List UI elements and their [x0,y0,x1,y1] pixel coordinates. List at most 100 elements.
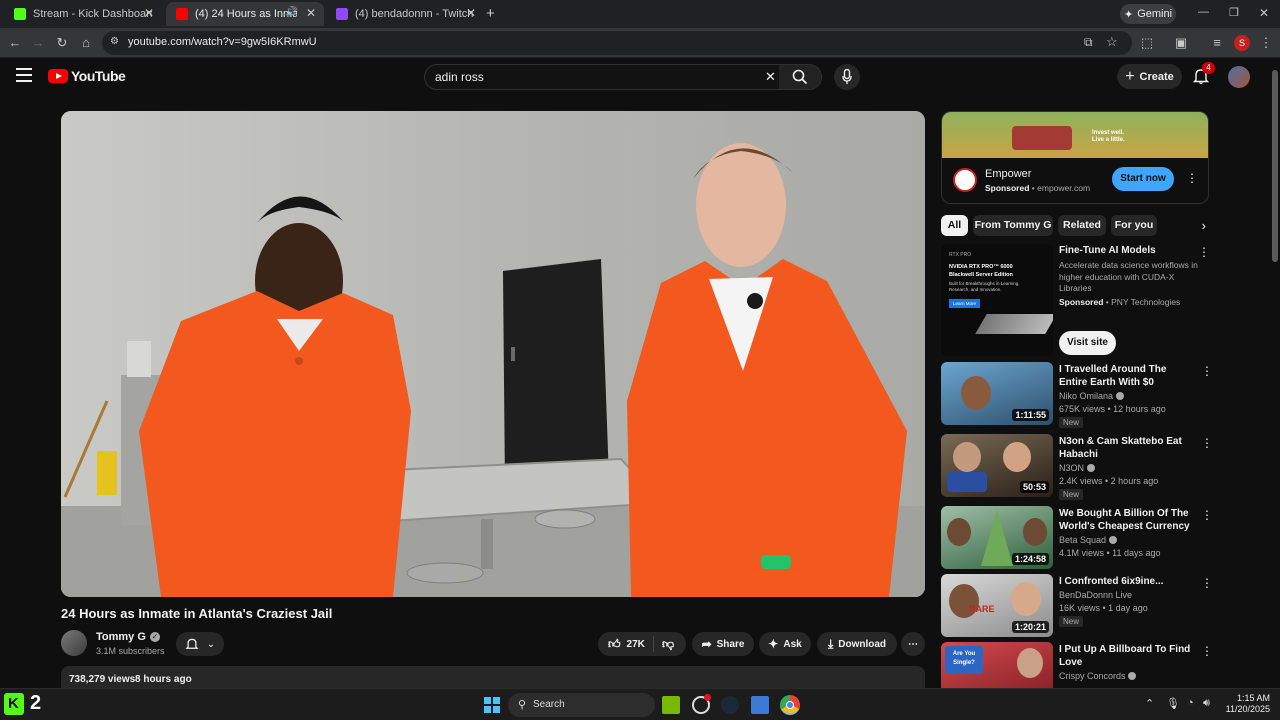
extensions-icon[interactable]: ⬚ [1138,34,1156,52]
sponsored-recommendation[interactable]: RTX PRO NVIDIA RTX PRO™ 6000 Blackwell S… [941,244,1211,356]
video-duration: 1:24:58 [1011,553,1049,565]
clear-search-icon[interactable]: ✕ [765,69,776,85]
browser-menu-icon[interactable]: ⋮ [1257,34,1275,52]
minimize-icon[interactable]: — [1198,6,1209,18]
tab-title: (4) bendadonnn - Twitch [355,8,474,20]
chip-related[interactable]: Related [1058,215,1106,236]
create-button[interactable]: + Create [1117,64,1182,89]
gemini-button[interactable]: ✦ Gemini [1120,4,1176,24]
video-thumbnail: Are You Single? [941,642,1053,688]
search-button[interactable] [779,65,821,89]
browser-tab-kick[interactable]: Stream - Kick Dashboard ✕ [4,2,162,26]
chips-next-icon[interactable]: › [1166,215,1206,236]
download-icon: ⤓ [827,636,834,651]
start-now-button[interactable]: Start now [1112,167,1174,191]
more-vert-icon[interactable]: ⋮ [1201,364,1213,378]
bookmark-star-icon[interactable]: ☆ [1106,34,1118,50]
recommendation-channel: N3ON [1059,463,1085,473]
visit-site-button[interactable]: Visit site [1059,331,1116,355]
like-dislike-group: 👍︎ 27K 👎︎ [598,632,686,656]
kick-viewer-count: 2 [30,692,42,714]
browser-tab-strip: Stream - Kick Dashboard ✕ (4) 24 Hours a… [0,0,1280,28]
reload-icon[interactable]: ↻ [53,34,71,52]
ad-more-icon[interactable]: ⋮ [1198,245,1210,259]
search-box[interactable]: adin ross ✕ [424,64,822,90]
close-tab-icon[interactable]: ✕ [306,6,316,20]
page-scrollbar[interactable] [1270,58,1280,688]
microphone-icon[interactable]: 🎙︎ [1166,697,1180,710]
more-vert-icon[interactable]: ⋮ [1201,576,1213,590]
search-input[interactable]: adin ross [435,70,484,84]
app-icon[interactable] [751,696,769,714]
back-icon[interactable]: ← [6,34,24,52]
browser-tab-youtube[interactable]: (4) 24 Hours as Inmate in Atlanta's Craz… [166,2,324,26]
site-info-icon[interactable]: ⚙ [110,36,119,47]
more-vert-icon[interactable]: ⋮ [1201,436,1213,450]
like-button[interactable]: 👍︎ 27K [598,636,654,652]
volume-icon[interactable]: 🔊︎ [1203,697,1210,710]
forward-icon[interactable]: → [29,34,47,52]
close-tab-icon[interactable]: ✕ [466,6,476,20]
profile-avatar[interactable]: S [1234,35,1250,51]
download-button[interactable]: ⤓ Download [817,632,897,656]
browser-tab-twitch[interactable]: (4) bendadonnn - Twitch ✕ [326,2,484,26]
media-controls-icon[interactable]: ≡ [1208,34,1226,52]
sidebar-icon[interactable]: ▣ [1172,34,1190,52]
wifi-icon[interactable]: ◔ [1187,697,1194,709]
voice-search-button[interactable] [834,64,860,90]
windows-start-icon[interactable] [484,697,500,713]
chip-for-you[interactable]: For you [1111,215,1157,236]
channel-name-row[interactable]: Tommy G ✓ [96,631,160,643]
window-close-icon[interactable]: ✕ [1259,6,1269,20]
recommendation-item[interactable]: DARE 1:20:21 I Confronted 6ix9ine... Ben… [941,574,1213,638]
taskbar-search-label: Search [533,699,565,710]
user-avatar[interactable] [1228,66,1250,88]
nvidia-app-icon[interactable] [662,696,680,714]
gemini-sparkle-icon: ✦ [1123,8,1134,21]
recommendation-item[interactable]: 50:53 N3on & Cam Skattebo Eat Habachi N3… [941,434,1213,500]
hamburger-menu-icon[interactable] [16,68,32,82]
tray-overflow-icon[interactable]: ⌃ [1145,697,1154,710]
sponsored-ad-card[interactable]: Invest well. Live a little. Empower Spon… [941,111,1209,204]
recommendation-title: We Bought A Billion Of The World's Cheap… [1059,508,1190,532]
download-label: Download [838,638,887,650]
ad-more-icon[interactable]: ⋮ [1186,171,1198,185]
new-tab-button[interactable]: + [486,5,495,22]
youtube-logo[interactable]: YouTube [48,68,126,84]
more-vert-icon[interactable]: ⋮ [1201,644,1211,658]
recommendation-item[interactable]: Are You Single? I Put Up A Billboard To … [941,642,1211,688]
more-actions-button[interactable]: ⋯ [901,632,925,656]
share-button[interactable]: ➦ Share [692,632,754,656]
restore-icon[interactable]: ❐ [1229,6,1239,19]
kick-app-icon[interactable]: K [4,693,24,715]
ad-advertiser-name: Empower [985,168,1032,180]
address-bar[interactable]: ⚙ youtube.com/watch?v=9gw5I6KRmwU ⧉ ☆ [102,31,1132,55]
recommendation-item[interactable]: 1:24:58 We Bought A Billion Of The World… [941,506,1213,570]
notifications-button[interactable]: 4 [1192,62,1215,87]
steam-app-icon[interactable] [721,696,739,714]
clock[interactable]: 1:15 AM 11/20/2025 [1222,693,1270,715]
video-player[interactable] [61,111,925,597]
chrome-app-icon[interactable] [780,695,800,715]
install-app-icon[interactable]: ⧉ [1084,35,1093,50]
thumbs-down-icon[interactable]: 👎︎ [662,637,674,652]
chip-from-channel[interactable]: From Tommy G [973,215,1053,236]
recommendation-item[interactable]: 1:11:55 I Travelled Around The Entire Ea… [941,362,1213,428]
clock-date: 11/20/2025 [1225,704,1270,714]
close-tab-icon[interactable]: ✕ [144,6,154,20]
audio-playing-icon[interactable]: 🔊 [286,7,298,18]
thumb-overlay-text: DARE [969,604,995,614]
channel-avatar[interactable] [61,630,87,656]
taskbar-search-box[interactable]: ⚲ Search [508,693,655,717]
scrollbar-thumb[interactable] [1272,70,1278,262]
obs-app-icon[interactable] [692,694,711,714]
home-icon[interactable]: ⌂ [77,34,95,52]
chip-all[interactable]: All [941,215,968,236]
description-box[interactable]: 738,279 views 8 hours ago [61,666,925,690]
url-text[interactable]: youtube.com/watch?v=9gw5I6KRmwU [128,36,317,48]
youtube-play-logo-icon [48,69,68,83]
subscribed-button[interactable]: ⌄ [176,632,224,656]
channel-name[interactable]: Tommy G [96,631,146,643]
ask-button[interactable]: ✦ Ask [759,632,811,656]
more-vert-icon[interactable]: ⋮ [1201,508,1213,522]
